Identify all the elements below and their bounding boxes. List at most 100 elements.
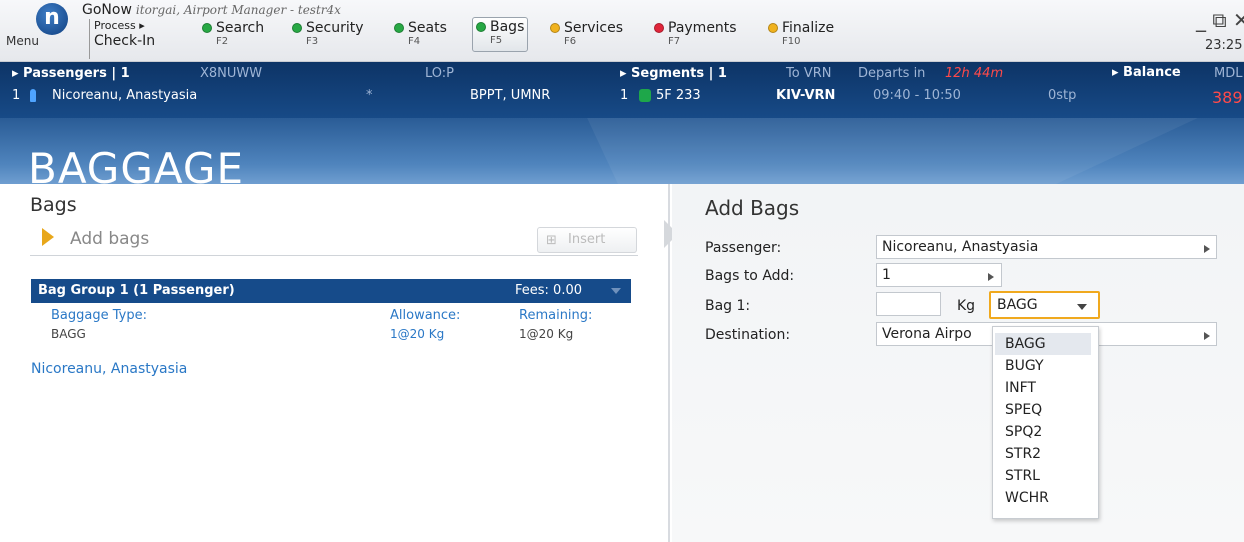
expand-arrow-icon [42,228,54,246]
add-bags-panel: Add Bags Passenger: Nicoreanu, Anastyasi… [672,184,1244,542]
step-key: F5 [490,35,503,46]
toolbar-divider [89,19,90,59]
banner-gloss [569,118,1244,184]
window-controls[interactable]: _ ⧉ ✕ [1196,8,1244,32]
chevron-down-icon[interactable] [611,288,621,294]
dropdown-option[interactable]: INFT [995,377,1091,399]
step-services[interactable]: Services F6 [550,19,623,59]
route: KIV-VRN [776,88,836,103]
step-label: Security [306,19,364,36]
destination-value: Verona Airpo [882,326,972,342]
dropdown-option[interactable]: STR2 [995,443,1091,465]
step-label: Seats [408,19,447,36]
bags-to-add-label: Bags to Add: [705,268,795,284]
baggage-type-header: Baggage Type: [51,308,147,323]
section-banner: BAGGAGE [0,118,1244,184]
step-label: Search [216,19,265,36]
bags-panel: Bags Add bags ⊞ Insert Bag Group 1 (1 Pa… [0,184,670,542]
app-title: GoNow itorgai, Airport Manager - testr4x [82,2,341,18]
top-toolbar: n Menu GoNow itorgai, Airport Manager - t… [0,0,1244,62]
process-label: Process ▸ [94,19,145,32]
app-subtitle: itorgai, Airport Manager - testr4x [135,3,341,17]
passengers-header[interactable]: ▸ Passengers | 1 [12,66,130,81]
passenger-select-value: Nicoreanu, Anastyasia [882,239,1039,255]
kg-unit-label: Kg [957,298,976,314]
status-dot-icon [476,21,486,32]
bag-group-header[interactable]: Bag Group 1 (1 Passenger) Fees: 0.00 [31,279,631,303]
allowance-header: Allowance: [390,308,461,323]
step-finalize[interactable]: Finalize F10 [768,19,834,59]
dropdown-option[interactable]: SPEQ [995,399,1091,421]
select-arrow-icon [1204,332,1210,340]
balance-amount: 389 [1212,88,1243,107]
insert-label: Insert [568,232,606,247]
baggage-type-value: BAGG [51,327,86,341]
status-dot-icon [394,22,404,33]
pax-star: * [366,88,373,103]
menu-label: Menu [6,34,39,48]
status-dot-icon [202,22,212,33]
departs-countdown: 12h 44m [945,66,1004,81]
bags-to-add-select[interactable]: 1 [876,263,1002,287]
bag-group-fees: Fees: 0.00 [515,283,582,298]
bag-type-value: BAGG [997,297,1038,313]
insert-button[interactable]: ⊞ Insert [537,227,637,253]
pax-codes: BPPT, UMNR [470,88,551,103]
chevron-down-icon [1077,304,1087,310]
status-dot-icon [654,22,664,33]
process-menu[interactable]: Process ▸ Check-In [94,19,155,49]
bag-group-title: Bag Group 1 (1 Passenger) [38,283,235,298]
dropdown-option[interactable]: SPQ2 [995,421,1091,443]
allowance-value: 1@20 Kg [390,327,445,341]
add-bags-title: Add Bags [705,196,800,220]
flight-time: 09:40 - 10:50 [873,88,961,103]
step-label: Bags [490,18,525,35]
bags-title: Bags [30,194,77,216]
remaining-value: 1@20 Kg [519,327,574,341]
bag-type-dropdown: BAGG BUGY INFT SPEQ SPQ2 STR2 STRL WCHR [992,326,1099,519]
step-key: F7 [668,36,681,47]
balance-header[interactable]: ▸ Balance [1112,65,1181,80]
bag-type-select[interactable]: BAGG [989,291,1100,319]
dropdown-option[interactable]: STRL [995,465,1091,487]
step-search[interactable]: Search F2 [202,19,264,59]
clock: 23:25 [1205,38,1243,53]
checkin-label: Check-In [94,33,156,49]
pax-index: 1 [12,88,21,103]
pax-name[interactable]: Nicoreanu, Anastyasia [52,88,197,103]
step-label: Payments [668,19,737,36]
lo-code: LO:P [425,66,455,81]
add-bags-label: Add bags [70,229,150,249]
dropdown-option[interactable]: BAGG [995,333,1091,355]
step-bags[interactable]: Bags F5 [472,17,529,52]
status-dot-icon [292,22,302,33]
step-key: F4 [408,36,421,47]
segment-status-icon [639,88,651,103]
status-dot-icon [768,22,778,33]
flight-number[interactable]: 5F 233 [656,88,701,103]
menu-button[interactable]: n Menu [6,3,68,59]
balance-currency: MDL [1214,66,1243,81]
step-payments[interactable]: Payments F7 [654,19,737,59]
step-key: F2 [216,36,229,47]
pnr-code: X8NUWW [200,66,263,81]
step-security[interactable]: Security F3 [292,19,364,59]
bag1-weight-input[interactable] [876,292,941,316]
segments-header[interactable]: ▸ Segments | 1 [620,66,727,81]
status-dot-icon [550,22,560,33]
passenger-select[interactable]: Nicoreanu, Anastyasia [876,235,1217,259]
step-key: F6 [564,36,577,47]
dropdown-option[interactable]: WCHR [995,487,1091,509]
insert-icon: ⊞ [546,233,557,248]
page-title: BAGGAGE [28,144,244,184]
stops: 0stp [1048,88,1077,103]
dropdown-option[interactable]: BUGY [995,355,1091,377]
step-label: Services [564,19,624,36]
gonow-logo-icon: n [36,3,68,35]
remaining-header: Remaining: [519,308,593,323]
destination-label: Destination: [705,327,791,343]
passenger-link[interactable]: Nicoreanu, Anastyasia [31,361,187,377]
app-name: GoNow [82,2,132,18]
step-seats[interactable]: Seats F4 [394,19,447,59]
passenger-icon [30,88,36,103]
